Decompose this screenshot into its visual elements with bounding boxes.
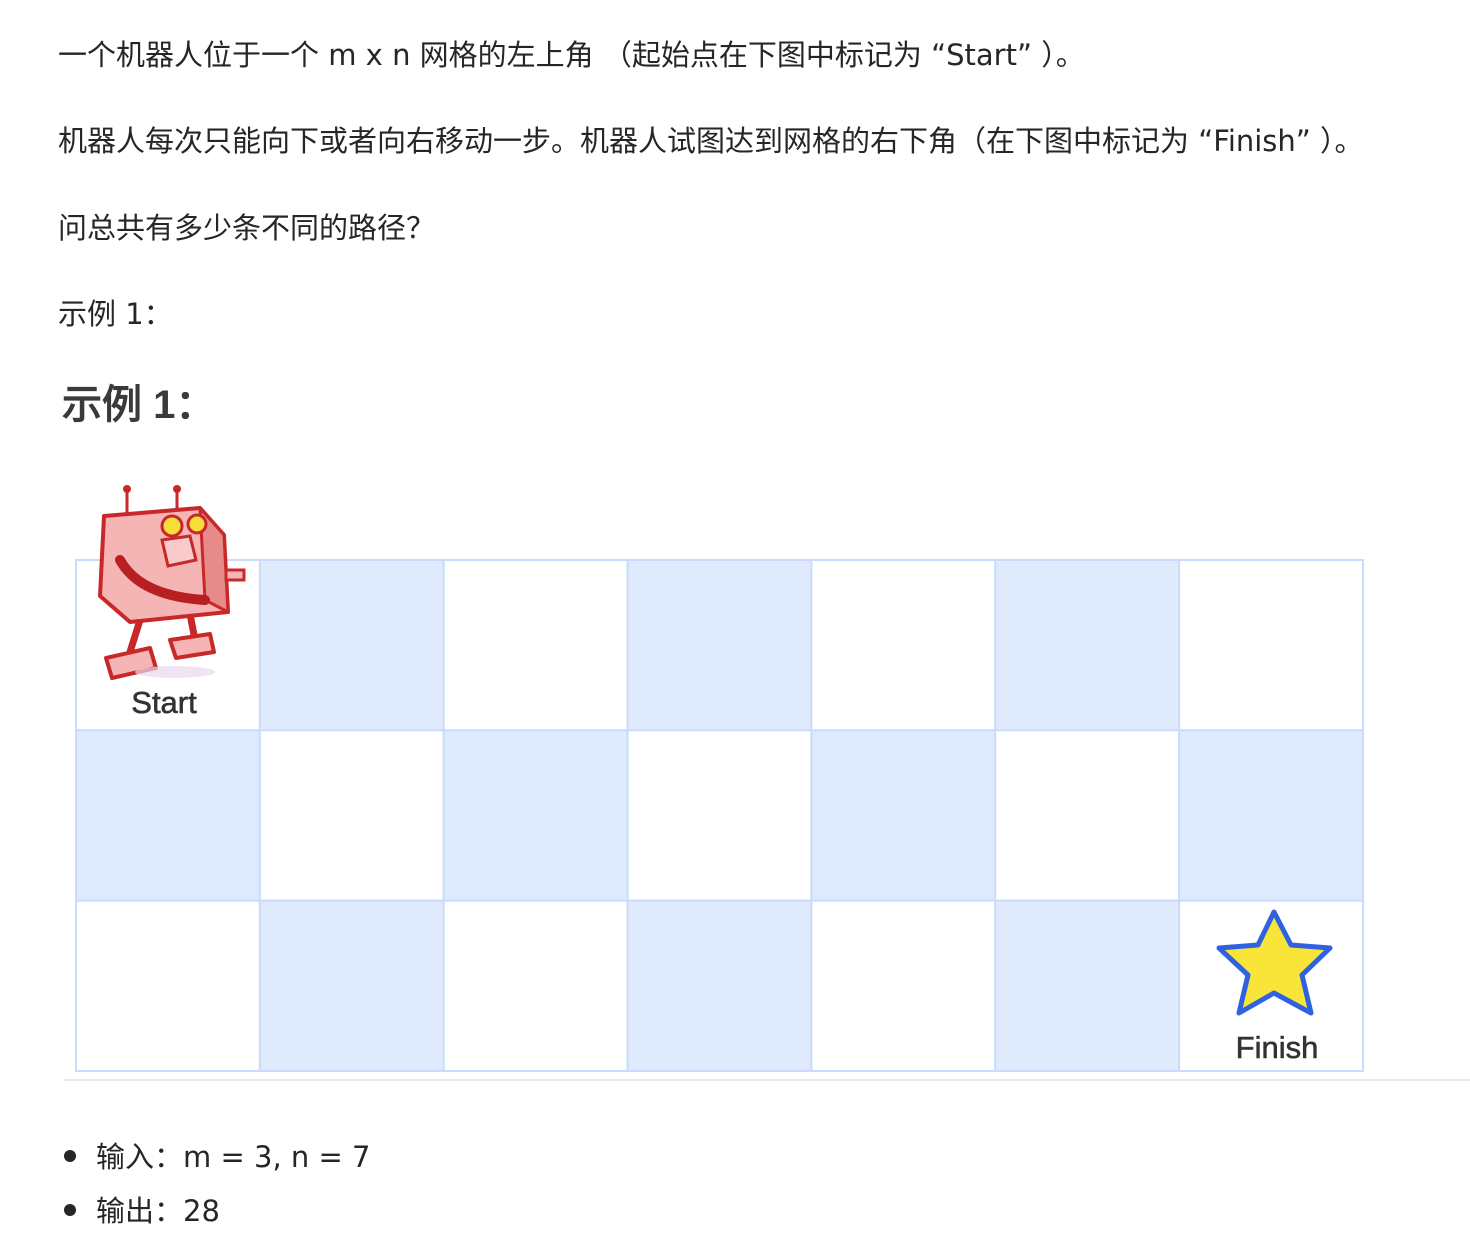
example-input-item: 输入：m = 3, n = 7 — [64, 1135, 370, 1179]
input-value: m = 3, n = 7 — [183, 1140, 371, 1174]
grid-cell-r2-c4 — [626, 729, 813, 902]
finish-label: Finish — [1236, 1030, 1319, 1065]
example-output-item: 输出：28 — [64, 1189, 220, 1233]
grid-cell-r2-c6 — [994, 729, 1181, 902]
grid-cell-r2-c1 — [75, 729, 261, 902]
grid-cell-r1-c4 — [626, 559, 813, 732]
grid-cell-r2-c3 — [442, 729, 629, 902]
grid-cell-r3-c3 — [442, 899, 629, 1073]
grid-cells — [75, 559, 1364, 1073]
grid-cell-r3-c1 — [75, 899, 261, 1073]
output-value: 28 — [183, 1194, 220, 1228]
grid-figure-svg: Start Finish — [75, 485, 1364, 1073]
bullet-icon — [64, 1204, 76, 1216]
bullet-icon — [64, 1150, 76, 1162]
start-label: Start — [131, 685, 197, 720]
section-divider — [64, 1079, 1470, 1081]
input-label: 输入： — [96, 1140, 184, 1174]
grid-cell-r1-c7 — [1178, 559, 1364, 732]
output-label: 输出： — [96, 1194, 184, 1228]
grid-cell-r1-c6 — [994, 559, 1181, 732]
grid-cell-r1-c2 — [258, 559, 445, 732]
grid-cell-r3-c5 — [810, 899, 997, 1073]
grid-cell-r3-c6 — [994, 899, 1181, 1073]
grid-cell-r2-c2 — [258, 729, 445, 902]
grid-cell-r3-c4 — [626, 899, 813, 1073]
grid-cell-r1-c5 — [810, 559, 997, 732]
grid-cell-r2-c7 — [1178, 729, 1364, 902]
grid-cell-r3-c2 — [258, 899, 445, 1073]
grid-cell-r2-c5 — [810, 729, 997, 902]
grid-figure: Start Finish — [0, 0, 1470, 1230]
grid-cell-r1-c3 — [442, 559, 629, 732]
